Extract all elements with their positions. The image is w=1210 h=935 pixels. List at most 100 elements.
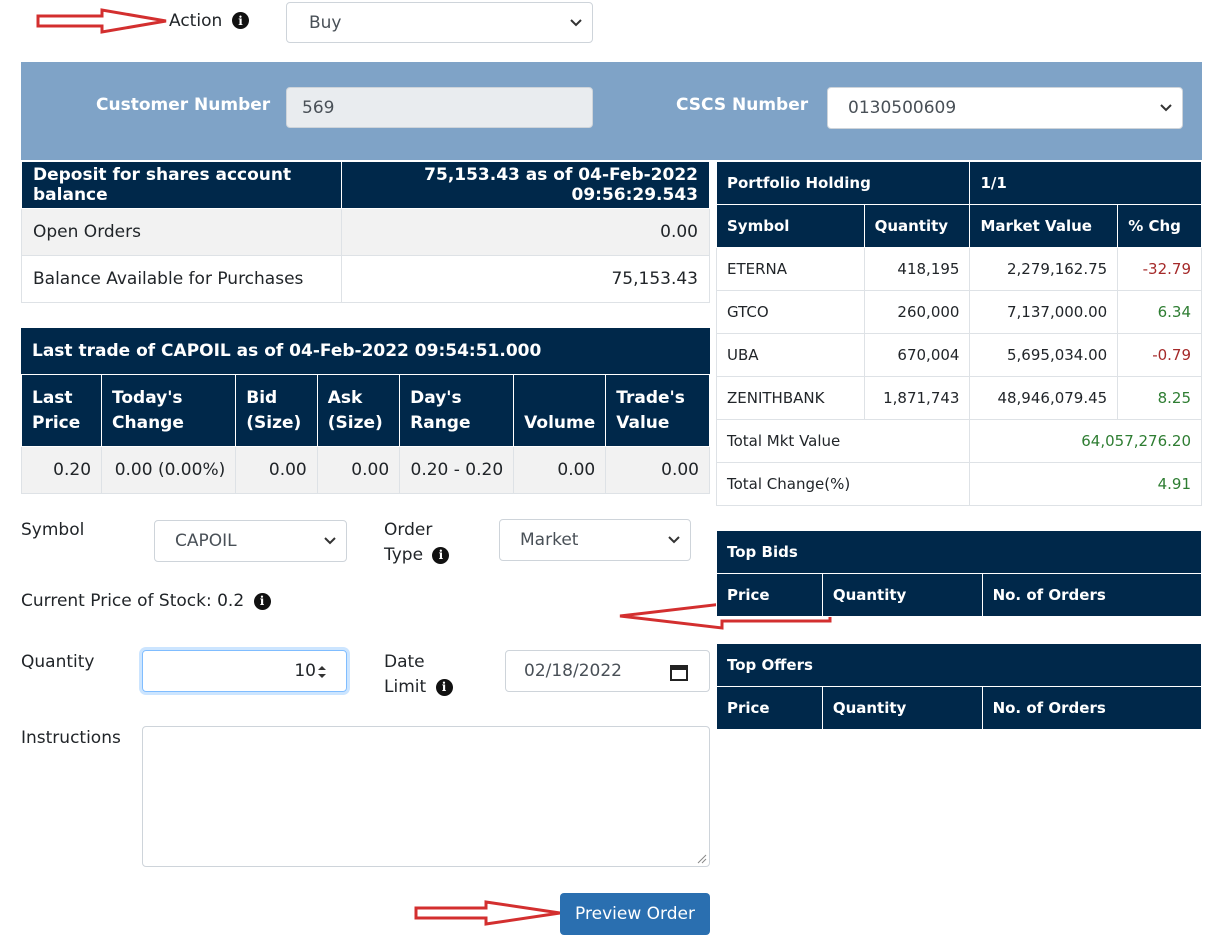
ask-value: 0.00 [316, 446, 401, 494]
col-last-price: Last Price [20, 374, 103, 447]
col-no-of-orders: No. of Orders [981, 686, 1203, 730]
top-offers-title-row: Top Offers [716, 643, 1202, 687]
chevron-down-icon [570, 18, 582, 26]
top-bids-title-row: Top Bids [716, 530, 1202, 574]
quantity-label: Quantity [21, 652, 95, 672]
annotation-arrow-action [36, 8, 167, 34]
calendar-icon[interactable] [669, 662, 689, 682]
info-icon[interactable]: i [435, 678, 453, 696]
col-no-of-orders: No. of Orders [981, 573, 1203, 617]
total-mkt-value: 64,057,276.20 [969, 419, 1202, 463]
table-row[interactable]: UBA 670,004 5,695,034.00 -0.79 [716, 333, 1202, 377]
col-price: Price [716, 686, 823, 730]
action-select[interactable]: Buy [286, 2, 593, 43]
col-trades-value: Trade's Value [605, 374, 710, 447]
top-offers-title: Top Offers [716, 643, 1202, 687]
date-limit-value: 02/18/2022 [524, 661, 622, 681]
customer-number-label: Customer Number [96, 95, 271, 115]
open-orders-value: 0.00 [340, 208, 710, 256]
portfolio-header-row: Symbol Quantity Market Value % Chg [716, 204, 1202, 248]
quantity-input[interactable]: 10 [142, 650, 347, 692]
portfolio-page: 1/1 [969, 161, 1202, 205]
date-limit-input[interactable]: 02/18/2022 [505, 650, 710, 692]
last-trade-title: Last trade of CAPOIL as of 04-Feb-2022 0… [21, 328, 710, 374]
table-row[interactable]: GTCO 260,000 7,137,000.00 6.34 [716, 290, 1202, 334]
action-label: Action [169, 11, 223, 31]
top-offers-header-row: Price Quantity No. of Orders [716, 686, 1203, 730]
balance-available-label: Balance Available for Purchases [21, 255, 342, 303]
market-value-cell: 2,279,162.75 [969, 247, 1119, 291]
col-quantity: Quantity [821, 686, 983, 730]
pct-chg-cell: 8.25 [1117, 376, 1202, 420]
volume-value: 0.00 [513, 446, 607, 494]
col-quantity: Quantity [863, 204, 971, 248]
symbol-select[interactable]: CAPOIL [154, 520, 347, 562]
last-trade-table: Last Price Today's Change Bid (Size) Ask… [20, 374, 710, 494]
symbol-label: Symbol [21, 520, 85, 540]
symbol-cell: ZENITHBANK [716, 376, 865, 420]
quantity-cell: 1,871,743 [863, 376, 971, 420]
days-range-value: 0.20 - 0.20 [399, 446, 515, 494]
instructions-textarea[interactable] [142, 726, 710, 867]
total-mkt-row: Total Mkt Value 64,057,276.20 [715, 419, 1202, 463]
open-orders-label: Open Orders [21, 208, 342, 256]
chevron-down-icon [668, 536, 680, 544]
col-ask: Ask (Size) [316, 374, 401, 447]
pct-chg-cell: -32.79 [1117, 247, 1202, 291]
col-symbol: Symbol [716, 204, 865, 248]
order-type-label-line1: Order [384, 520, 433, 540]
quantity-cell: 670,004 [863, 333, 971, 377]
col-volume: Volume [513, 374, 607, 447]
info-icon[interactable]: i [253, 592, 271, 610]
symbol-cell: UBA [716, 333, 865, 377]
table-row[interactable]: ETERNA 418,195 2,279,162.75 -32.79 [716, 247, 1202, 291]
chevron-down-icon [324, 537, 336, 545]
cscs-number-select[interactable]: 0130500609 [827, 87, 1183, 129]
top-bids-header-row: Price Quantity No. of Orders [716, 573, 1203, 617]
col-pct-chg: % Chg [1117, 204, 1202, 248]
order-type-select[interactable]: Market [499, 519, 691, 561]
order-type-select-value: Market [520, 530, 579, 550]
total-change-value: 4.91 [969, 462, 1202, 506]
col-bid: Bid (Size) [235, 374, 318, 447]
market-value-cell: 5,695,034.00 [969, 333, 1119, 377]
cscs-number-value: 0130500609 [848, 98, 957, 118]
market-value-cell: 48,946,079.45 [969, 376, 1119, 420]
pct-chg-cell: -0.79 [1117, 333, 1202, 377]
col-quantity: Quantity [821, 573, 983, 617]
current-price-text: Current Price of Stock: 0.2 i [21, 589, 271, 614]
order-type-label: Order Type i [384, 518, 450, 568]
stepper-icon[interactable] [317, 665, 327, 679]
symbol-cell: ETERNA [716, 247, 865, 291]
info-icon[interactable]: i [232, 12, 249, 29]
trades-value-value: 0.00 [605, 446, 710, 494]
info-icon[interactable]: i [432, 546, 450, 564]
resize-handle-icon[interactable] [697, 854, 707, 864]
order-type-label-line2: Type i [384, 543, 450, 568]
total-change-label: Total Change(%) [715, 462, 971, 506]
total-change-row: Total Change(%) 4.91 [715, 462, 1202, 506]
balance-header-value: 75,153.43 as of 04-Feb-2022 09:56:29.543 [340, 161, 710, 209]
date-limit-label-line2: Limit i [384, 675, 453, 700]
table-row: Balance Available for Purchases 75,153.4… [21, 255, 710, 303]
balance-table: Deposit for shares account balance 75,15… [21, 161, 710, 303]
balance-header-label: Deposit for shares account balance [21, 161, 342, 209]
customer-number-field[interactable]: 569 [286, 87, 593, 128]
chevron-down-icon [1160, 104, 1172, 112]
total-mkt-label: Total Mkt Value [715, 419, 971, 463]
symbol-cell: GTCO [716, 290, 865, 334]
portfolio-title: Portfolio Holding [715, 161, 971, 205]
table-row[interactable]: ZENITHBANK 1,871,743 48,946,079.45 8.25 [716, 376, 1202, 420]
col-todays-change: Today's Change [101, 374, 237, 447]
last-price-value: 0.20 [20, 446, 103, 494]
col-days-range: Day's Range [399, 374, 515, 447]
annotation-arrow-preview [414, 900, 561, 926]
top-bids-table: Top Bids Price Quantity No. of Orders [716, 530, 1203, 617]
portfolio-table: Portfolio Holding 1/1 Symbol Quantity Ma… [715, 161, 1202, 506]
quantity-cell: 418,195 [863, 247, 971, 291]
pct-chg-cell: 6.34 [1117, 290, 1202, 334]
preview-order-button[interactable]: Preview Order [560, 893, 710, 935]
col-market-value: Market Value [969, 204, 1119, 248]
last-trade-header-row: Last Price Today's Change Bid (Size) Ask… [20, 374, 710, 447]
date-limit-label: Date Limit i [384, 650, 453, 700]
